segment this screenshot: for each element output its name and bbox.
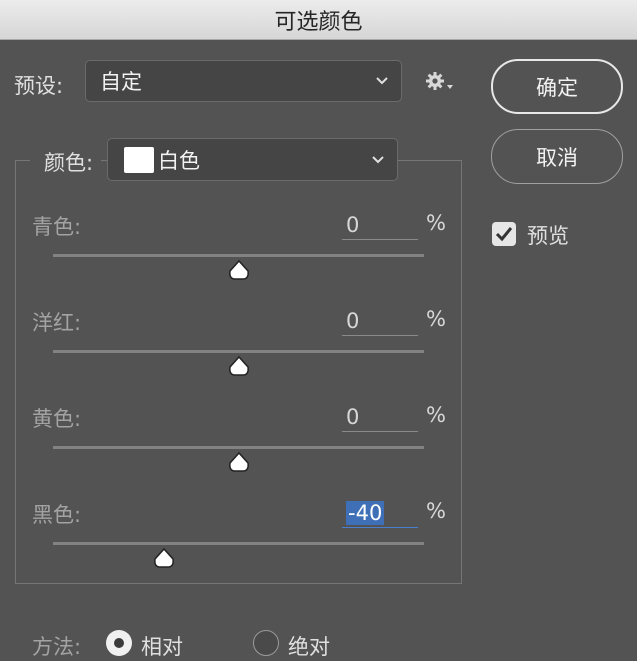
magenta-value-input[interactable]: 0 [342,306,418,336]
preview-label: 预览 [527,224,569,248]
preview-checkbox[interactable] [492,222,516,246]
preset-label: 预设: [14,74,64,98]
yellow-value-input[interactable]: 0 [342,402,418,432]
ok-button[interactable]: 确定 [491,59,623,114]
yellow-slider-thumb[interactable] [227,451,251,473]
black-slider-thumb[interactable] [152,547,176,569]
color-label: 颜色: [30,147,102,177]
black-slider-track[interactable] [53,542,424,545]
cyan-unit: % [426,211,446,235]
preset-dropdown[interactable]: 自定 [85,60,402,102]
checkmark-icon [495,227,513,242]
black-unit: % [426,499,446,523]
cancel-button[interactable]: 取消 [491,129,623,184]
color-value: 白色 [158,148,200,173]
ok-button-label: 确定 [536,75,578,100]
gear-icon[interactable] [425,70,457,94]
dialog-title: 可选颜色 [274,9,363,35]
cyan-slider-track[interactable] [53,254,424,257]
magenta-slider-track[interactable] [53,350,424,353]
yellow-unit: % [426,403,446,427]
black-label: 黑色: [32,503,82,527]
magenta-unit: % [426,307,446,331]
yellow-slider-track[interactable] [53,446,424,449]
relative-radio[interactable] [106,630,132,656]
dialog-title-bar: 可选颜色 [0,0,637,40]
absolute-radio[interactable] [253,630,279,656]
chevron-down-icon [372,155,384,163]
yellow-label: 黄色: [32,407,82,431]
color-dropdown[interactable]: 白色 [107,138,398,181]
black-value-input[interactable]: -40 [342,498,418,528]
magenta-slider-thumb[interactable] [227,355,251,377]
cyan-label: 青色: [32,215,82,239]
chevron-down-icon [376,77,388,85]
cyan-value-input[interactable]: 0 [342,210,418,240]
color-swatch [124,146,154,173]
cyan-slider-thumb[interactable] [227,259,251,281]
preset-value: 自定 [100,70,142,94]
cancel-button-label: 取消 [536,145,578,170]
magenta-label: 洋红: [32,311,82,335]
